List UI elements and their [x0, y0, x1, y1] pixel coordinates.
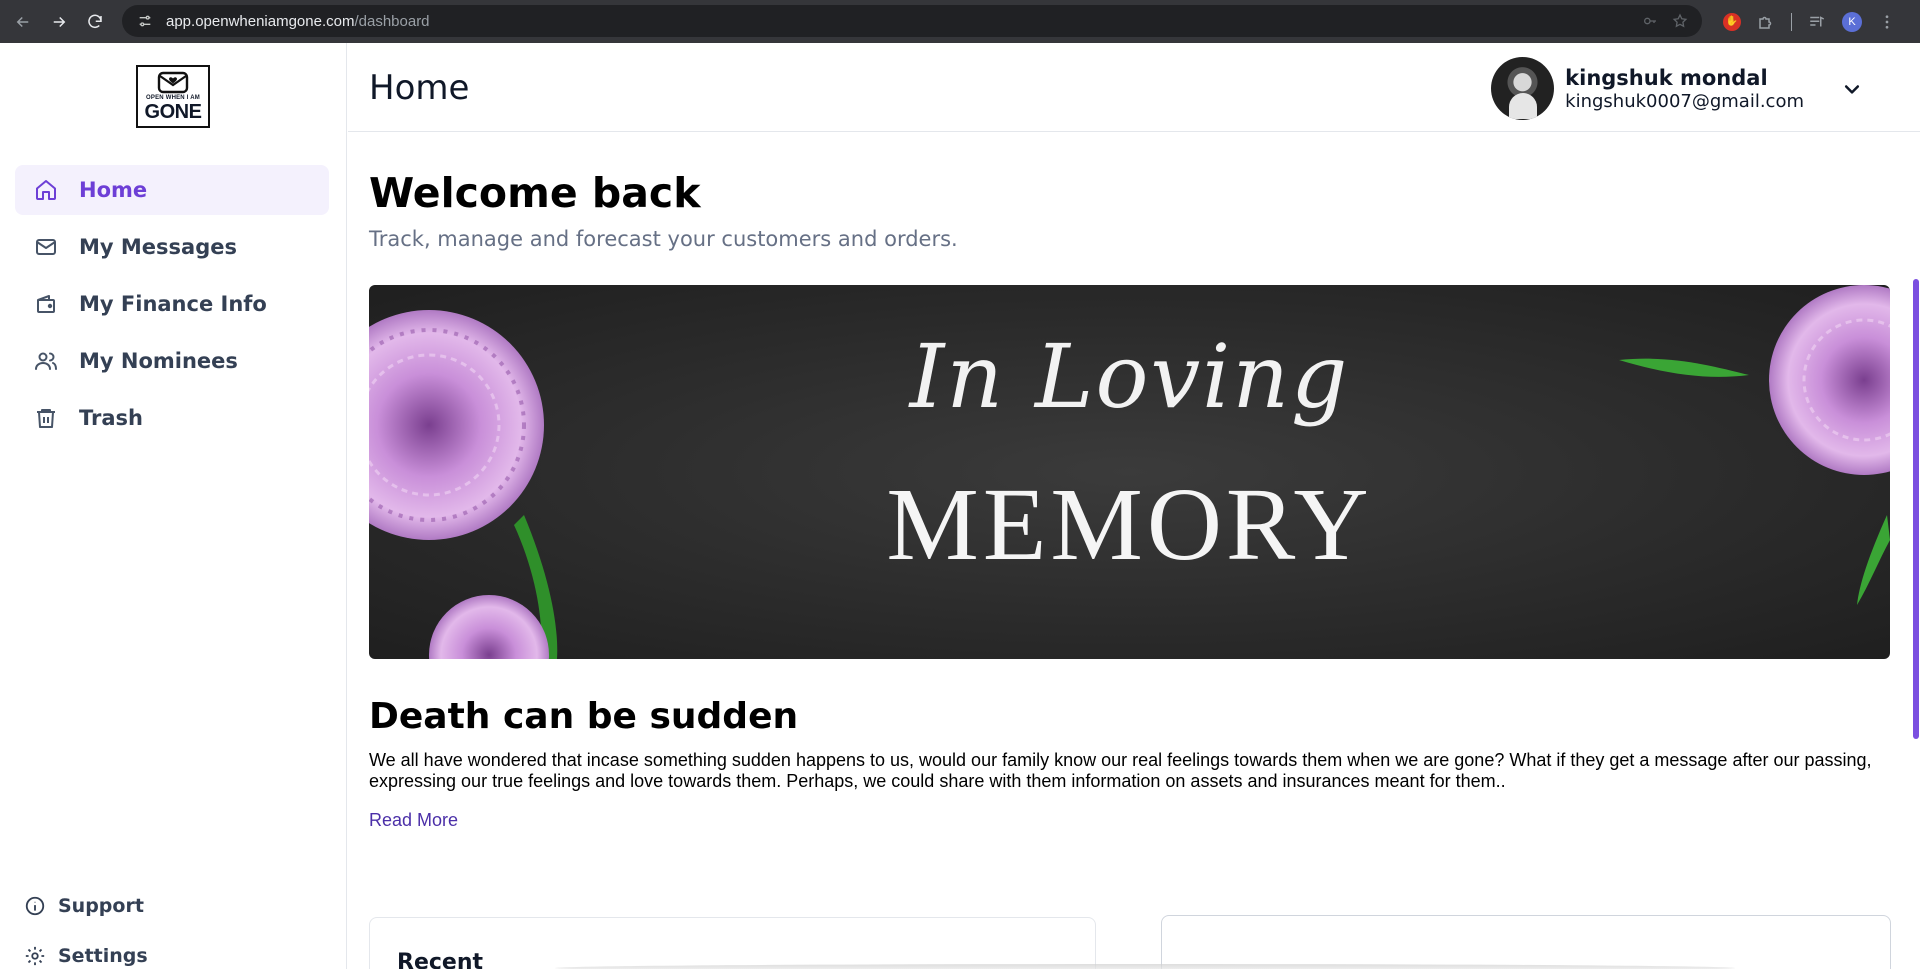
back-icon[interactable]: [6, 5, 40, 39]
welcome-heading: Welcome back: [369, 169, 701, 217]
site-settings-icon[interactable]: [136, 12, 154, 30]
welcome-subtitle: Track, manage and forecast your customer…: [369, 227, 958, 251]
trash-icon: [33, 405, 59, 431]
info-card: [1161, 915, 1891, 969]
sidebar: OPEN WHEN I AM GONE Home My Messages My …: [0, 43, 347, 969]
banner-script-text: In Loving: [909, 325, 1350, 428]
menu-kebab-icon[interactable]: [1878, 13, 1896, 31]
page-scrollbar[interactable]: [1910, 133, 1920, 969]
app-logo[interactable]: OPEN WHEN I AM GONE: [136, 65, 210, 128]
recent-card-title: Recent: [397, 950, 484, 969]
section-heading: Death can be sudden: [369, 696, 799, 737]
mail-icon: [33, 234, 59, 260]
wallet-icon: [33, 291, 59, 317]
user-email: kingshuk0007@gmail.com: [1565, 90, 1804, 112]
browser-toolbar: app.openwheniamgone.com/dashboard ✋ K: [0, 0, 1920, 43]
extension-hand-icon[interactable]: ✋: [1723, 12, 1741, 31]
page-title: Home: [369, 68, 470, 108]
sidebar-item-label: Settings: [58, 945, 148, 967]
profile-avatar-icon[interactable]: K: [1842, 11, 1862, 32]
sidebar-item-label: Support: [58, 895, 144, 917]
sidebar-item-label: My Finance Info: [79, 292, 267, 316]
media-control-icon[interactable]: [1808, 13, 1826, 31]
user-name: kingshuk mondal: [1565, 65, 1768, 90]
banner-title-text: MEMORY: [886, 467, 1373, 582]
address-bar[interactable]: app.openwheniamgone.com/dashboard: [122, 5, 1702, 37]
avatar[interactable]: [1491, 57, 1555, 120]
gear-icon: [25, 946, 45, 966]
sidebar-item-my-nominees[interactable]: My Nominees: [15, 336, 329, 386]
toolbar-divider: [1791, 12, 1792, 31]
bottom-overlay-shadow: [555, 964, 1735, 969]
home-icon: [33, 177, 59, 203]
read-more-link[interactable]: Read More: [369, 810, 458, 831]
reload-icon[interactable]: [78, 5, 112, 39]
sidebar-nav: Home My Messages My Finance Info My Nomi…: [15, 165, 329, 450]
sidebar-item-settings[interactable]: Settings: [24, 941, 148, 969]
extensions-puzzle-icon[interactable]: [1757, 13, 1775, 31]
sidebar-item-support[interactable]: Support: [24, 891, 148, 921]
sidebar-item-my-messages[interactable]: My Messages: [15, 222, 329, 272]
user-info: kingshuk mondal kingshuk0007@gmail.com: [1565, 65, 1804, 113]
sidebar-item-home[interactable]: Home: [15, 165, 329, 215]
main-content: Welcome back Track, manage and forecast …: [348, 133, 1908, 969]
memory-banner-image: In Loving MEMORY: [369, 285, 1890, 659]
chevron-down-icon[interactable]: [1842, 79, 1862, 99]
user-menu[interactable]: kingshuk mondal kingshuk0007@gmail.com: [1491, 57, 1862, 120]
sidebar-item-trash[interactable]: Trash: [15, 393, 329, 443]
users-icon: [33, 348, 59, 374]
sidebar-item-label: My Nominees: [79, 349, 238, 373]
top-header: Home kingshuk mondal kingshuk0007@gmail.…: [348, 43, 1920, 132]
recent-card: Recent: [369, 917, 1096, 969]
sidebar-item-label: Home: [79, 178, 148, 202]
sidebar-footer: Support Settings: [24, 891, 148, 969]
section-paragraph: We all have wondered that incase somethi…: [369, 750, 1872, 791]
logo-text-bottom: GONE: [144, 101, 202, 123]
bookmark-star-icon[interactable]: [1672, 13, 1688, 29]
url-host: app.openwheniamgone.com: [166, 12, 355, 30]
forward-icon[interactable]: [42, 5, 76, 39]
envelope-heart-icon: [157, 71, 189, 94]
sidebar-item-label: My Messages: [79, 235, 237, 259]
url-text: app.openwheniamgone.com/dashboard: [166, 13, 430, 30]
sidebar-item-label: Trash: [79, 406, 143, 430]
url-path: /dashboard: [354, 12, 430, 30]
scrollbar-thumb[interactable]: [1913, 279, 1919, 739]
key-icon[interactable]: [1642, 13, 1658, 29]
info-icon: [25, 896, 45, 916]
sidebar-item-my-finance-info[interactable]: My Finance Info: [15, 279, 329, 329]
